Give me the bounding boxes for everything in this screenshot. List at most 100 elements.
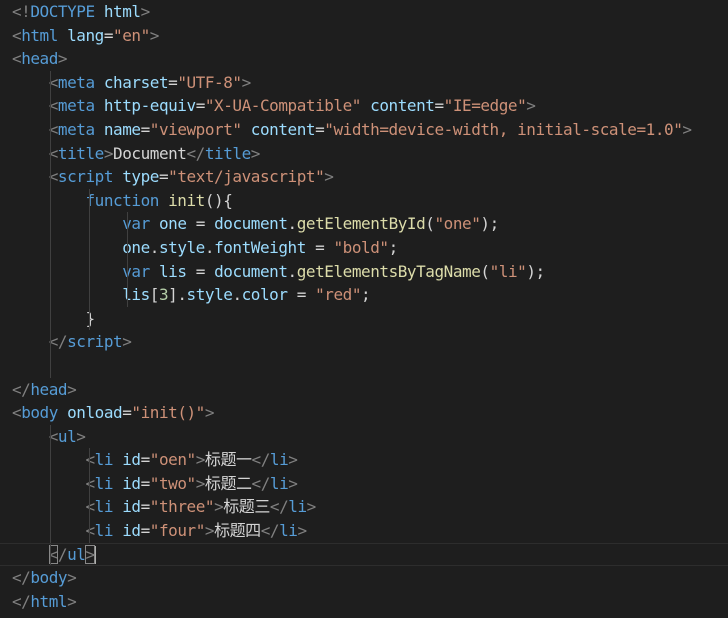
code-line[interactable]: </head> — [0, 378, 728, 402]
code-token: = — [168, 72, 178, 92]
indent-guide — [89, 259, 90, 284]
code-line[interactable]: <li id="three">标题三</li> — [0, 495, 728, 520]
indent-guide — [127, 212, 128, 236]
code-line[interactable]: lis[3].style.color = "red"; — [0, 283, 728, 307]
code-token: document — [214, 261, 288, 281]
code-token: type — [122, 167, 159, 187]
code-token: </ — [260, 521, 280, 541]
code-line[interactable]: function init(){ — [0, 188, 728, 213]
code-token: > — [149, 25, 160, 45]
code-line[interactable] — [0, 353, 728, 378]
code-token: ( — [480, 261, 490, 281]
code-token: lis — [158, 261, 187, 281]
code-line[interactable]: <li id="two">标题二</li> — [0, 471, 728, 496]
code-token: "X-UA-Compatible" — [204, 96, 362, 116]
code-line[interactable]: <script type="text/javascript"> — [0, 165, 728, 189]
code-line[interactable]: <meta name="viewport" content="width=dev… — [0, 117, 728, 142]
code-token: > — [241, 72, 252, 92]
code-line[interactable]: <meta charset="UTF-8"> — [0, 70, 728, 95]
code-token: content — [250, 119, 316, 139]
code-token: > — [250, 143, 261, 163]
code-token: "UTF-8" — [177, 72, 242, 92]
code-token: charset — [103, 72, 169, 92]
code-line[interactable]: <html lang="en"> — [0, 24, 728, 48]
code-token: </ — [251, 473, 271, 493]
code-line[interactable]: </ul> — [0, 542, 728, 567]
code-token: style — [158, 237, 205, 257]
code-token: > — [57, 49, 68, 69]
code-line[interactable]: one.style.fontWeight = "bold"; — [0, 235, 728, 260]
code-line[interactable]: <li id="four">标题四</li> — [0, 519, 728, 543]
code-token: > — [288, 473, 298, 493]
code-line[interactable]: <body onload="init()"> — [0, 401, 728, 425]
code-line[interactable]: <head> — [0, 47, 728, 71]
code-line[interactable]: <!DOCTYPE html> — [0, 0, 728, 24]
code-token: . — [232, 285, 242, 305]
indent-guide — [89, 283, 90, 307]
code-token: li — [269, 450, 289, 470]
code-token: lang — [67, 25, 104, 45]
code-line[interactable]: var one = document.getElementById("one")… — [0, 212, 728, 236]
indent-guide — [50, 283, 51, 307]
code-token: > — [67, 379, 77, 399]
code-token: "en" — [113, 25, 150, 45]
indent-guide — [50, 165, 51, 189]
code-editor[interactable]: <!DOCTYPE html> <html lang="en"> <head> <m… — [0, 0, 728, 618]
code-token: > — [67, 591, 77, 611]
code-token: html — [30, 591, 68, 611]
code-token: "four" — [149, 521, 206, 541]
indent-guide — [89, 188, 90, 213]
code-token: > — [122, 332, 132, 352]
code-line[interactable]: <meta http-equiv="X-UA-Compatible" conte… — [0, 94, 728, 118]
code-token: 标题三 — [223, 497, 270, 517]
code-token: > — [204, 521, 215, 541]
indent-guide — [89, 471, 90, 496]
code-token: . — [204, 237, 215, 257]
code-line[interactable]: } — [0, 306, 728, 331]
code-line[interactable]: </script> — [0, 330, 728, 354]
indent-guide — [89, 495, 90, 520]
code-token: = — [287, 285, 316, 305]
code-token: > — [195, 473, 206, 493]
code-token: "one" — [434, 214, 481, 234]
code-token: "red" — [315, 285, 362, 305]
code-token: = — [315, 119, 325, 139]
code-line[interactable]: <title>Document</title> — [0, 141, 728, 166]
code-token: li — [94, 521, 114, 541]
text-cursor — [93, 546, 96, 565]
code-line[interactable]: <li id="oen">标题一</li> — [0, 448, 728, 472]
code-token: . — [287, 261, 298, 281]
code-token: "viewport" — [149, 119, 242, 139]
code-line[interactable]: var lis = document.getElementsByTagName(… — [0, 259, 728, 284]
code-line[interactable]: <ul> — [0, 424, 728, 449]
code-token: > — [76, 426, 86, 446]
code-token: id — [122, 450, 141, 470]
indent-guide — [50, 495, 51, 520]
code-token: = — [434, 96, 444, 116]
code-token: (){ — [204, 190, 233, 210]
code-token: < — [85, 450, 95, 470]
code-token: = — [140, 119, 151, 139]
code-token: 标题一 — [204, 450, 252, 470]
code-token: body — [21, 403, 58, 423]
code-token: </ — [186, 143, 206, 163]
code-line[interactable]: </body> — [0, 566, 728, 590]
code-token: = — [186, 214, 215, 234]
indent-guide — [89, 212, 90, 236]
code-line[interactable]: </html> — [0, 590, 728, 614]
code-token: name — [103, 119, 141, 139]
code-token: < — [85, 521, 95, 541]
